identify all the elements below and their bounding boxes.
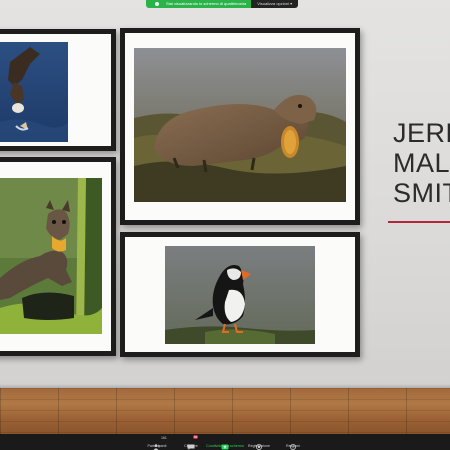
participants-icon [153,437,161,450]
pine-marten-photo [0,178,102,334]
share-status-dot-icon [155,2,159,6]
eagle-frame [0,29,116,151]
share-screen-button[interactable]: Condividere lo schermo [206,434,244,450]
share-status-pill: Stai visualizzando lo schermo di quattri… [146,0,252,8]
share-screen-icon [221,437,229,449]
smiley-icon [289,437,297,450]
wall-title-line-1: JERE [393,118,450,148]
record-button[interactable]: Registrazione [242,434,276,450]
share-status-text: Stai visualizzando lo schermo di quattri… [166,1,247,6]
record-icon [255,437,263,450]
participants-count: 161 [161,436,167,440]
otter-photo [134,48,346,202]
otter-frame [120,28,360,225]
participants-button[interactable]: 161 Partecipanti [140,434,174,450]
puffin-frame [120,232,360,357]
screen-share-banner: Stai visualizzando lo schermo di quattri… [146,0,299,8]
wall-title-line-3: SMIT [393,178,450,208]
puffin-photo [165,246,315,344]
meeting-toolbar: 161 Partecipanti 86 Chattare Condividere… [0,434,450,450]
eagle-photo [0,42,68,142]
pine-marten-frame [0,157,116,356]
reactions-button[interactable]: Reazioni [276,434,310,450]
view-options-button[interactable]: Visualizza opzioni ▾ [251,0,299,8]
otter-mat [125,33,355,220]
chat-button[interactable]: 86 Chattare [174,434,208,450]
wall-title: JERE MAL SMIT [393,118,450,208]
chat-badge: 86 [193,435,199,439]
title-rule [388,221,450,223]
puffin-mat [125,237,355,352]
wall-title-line-2: MAL [393,148,450,178]
pine-marten-mat [0,162,111,351]
wooden-floor [0,388,450,434]
eagle-mat [0,34,111,146]
